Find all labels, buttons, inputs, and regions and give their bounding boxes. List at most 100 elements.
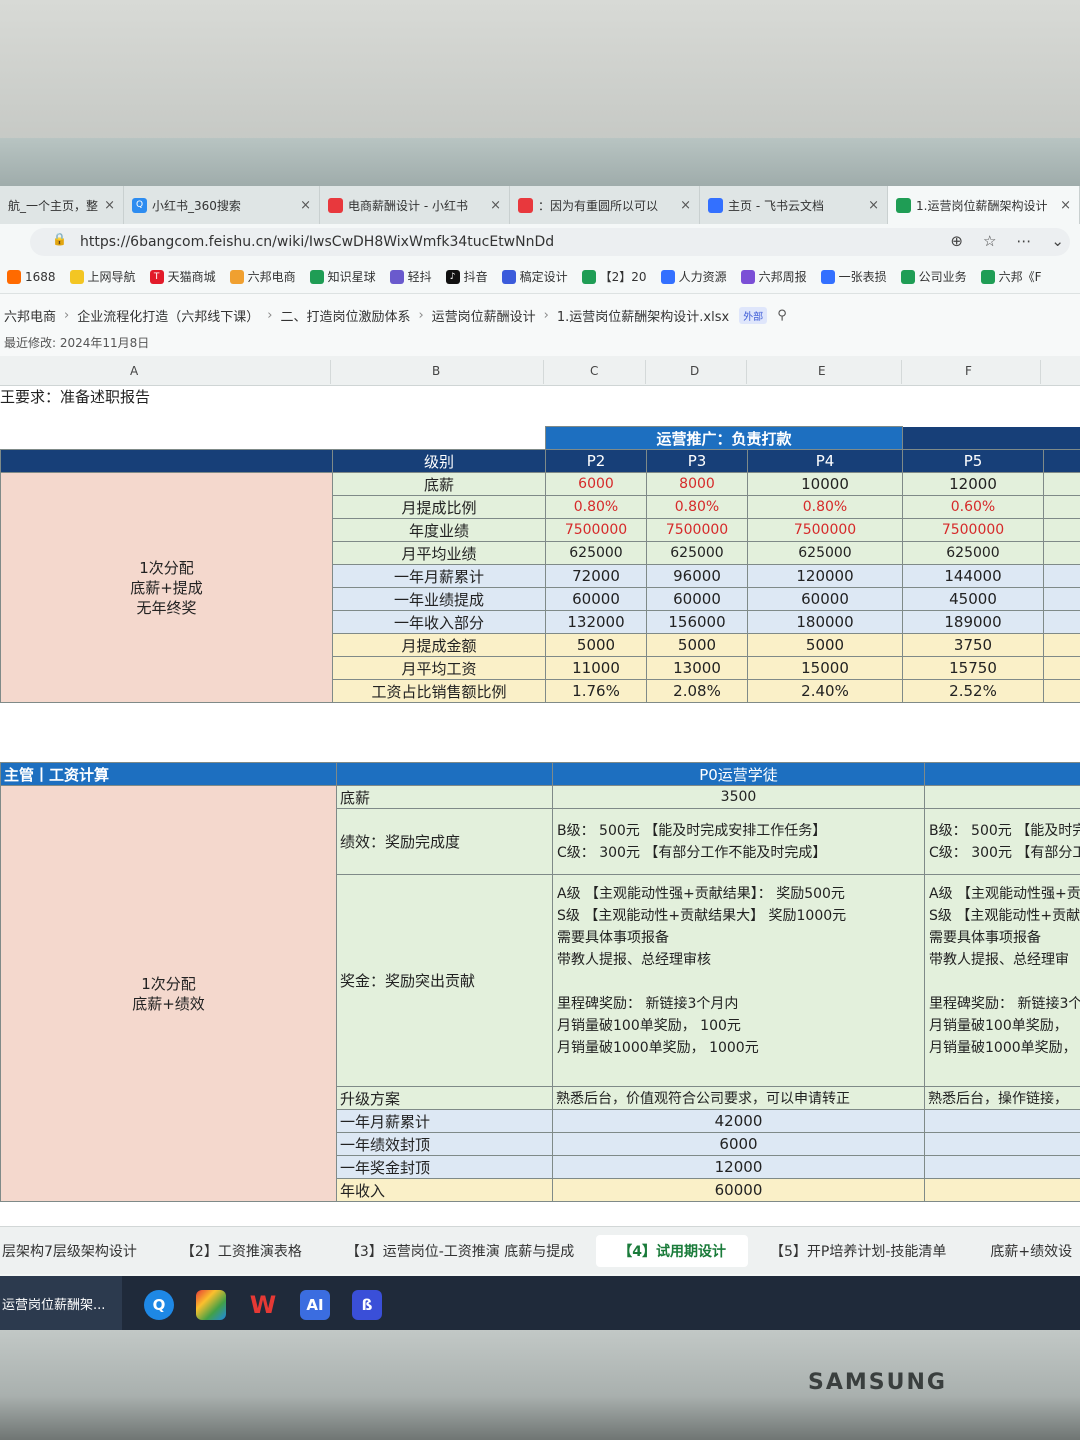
value-cell[interactable]: 15000	[747, 656, 903, 680]
group-label-cell[interactable]: 1次分配 底薪+绩效	[0, 785, 337, 1202]
value-cell[interactable]: 8000	[646, 472, 748, 496]
column-header[interactable]: C	[590, 364, 598, 378]
row-label[interactable]: 月平均工资	[332, 656, 546, 680]
value-cell[interactable]: 13000	[646, 656, 748, 680]
browser-tab[interactable]: 电商薪酬设计 - 小红书 ×	[320, 186, 510, 224]
cell[interactable]	[1043, 679, 1080, 703]
cell[interactable]	[0, 449, 333, 473]
level-header[interactable]: 级别	[332, 449, 546, 473]
pin-icon[interactable]: ⚲	[777, 308, 787, 323]
browser-tab-active[interactable]: 1.运营岗位薪酬架构设计 ×	[888, 186, 1080, 224]
sheet-tab[interactable]: 层架构7层级架构设计	[0, 1241, 159, 1261]
upgrade-cell[interactable]: 熟悉后台，价值观符合公司要求，可以申请转正	[552, 1086, 925, 1110]
section-title[interactable]: 运营推广：负责打款	[545, 426, 903, 450]
bookmark-hr[interactable]: 人力资源	[654, 268, 734, 285]
sheet-tab[interactable]: 【3】运营岗位-工资推演 底薪与提成	[324, 1241, 596, 1261]
row-label[interactable]: 一年业绩提成	[332, 587, 546, 611]
value-cell[interactable]: 144000	[902, 564, 1044, 588]
column-header[interactable]: D	[690, 364, 699, 378]
tab-close-icon[interactable]: ×	[484, 198, 501, 213]
group-label-cell[interactable]: 1次分配 底薪+提成 无年终奖	[0, 472, 333, 703]
tab-close-icon[interactable]: ×	[862, 198, 879, 213]
value-cell[interactable]: 96000	[646, 564, 748, 588]
value-cell[interactable]: 5000	[646, 633, 748, 657]
bookmark-business[interactable]: 公司业务	[894, 268, 974, 285]
value-cell[interactable]: 0.80%	[747, 495, 903, 519]
browser-tab[interactable]: 主页 - 飞书云文档 ×	[700, 186, 888, 224]
cell[interactable]	[1043, 656, 1080, 680]
bookmark-qingdou[interactable]: 轻抖	[383, 268, 439, 285]
tab-close-icon[interactable]: ×	[294, 198, 311, 213]
value-cell[interactable]: 2.40%	[747, 679, 903, 703]
wps-icon[interactable]: W	[248, 1290, 278, 1320]
sheet-tab[interactable]: 底薪+绩效设	[968, 1241, 1080, 1261]
value-cell[interactable]: 120000	[747, 564, 903, 588]
value-cell[interactable]: 60000	[552, 1178, 925, 1202]
ai-app-icon[interactable]: AI	[300, 1290, 330, 1320]
tab-close-icon[interactable]: ×	[1054, 198, 1071, 213]
value-cell[interactable]: 132000	[545, 610, 647, 634]
bookmark-sheet[interactable]: 一张表损	[814, 268, 894, 285]
value-cell[interactable]: 5000	[545, 633, 647, 657]
value-cell[interactable]: 625000	[747, 541, 903, 565]
cell[interactable]	[1043, 449, 1080, 473]
level-p0-header[interactable]: P0运营学徒	[552, 762, 925, 786]
bookmark-nav[interactable]: 上网导航	[63, 268, 143, 285]
row-label[interactable]: 一年奖金封顶	[336, 1155, 553, 1179]
download-icon[interactable]: ⊕	[950, 232, 963, 250]
perf-rules-cell[interactable]: B级： 500元 【能及时完成安排工作任务】 C级： 300元 【有部分工作不能…	[552, 808, 925, 875]
value-cell[interactable]: 180000	[747, 610, 903, 634]
value-cell[interactable]: 2.08%	[646, 679, 748, 703]
cell[interactable]	[924, 1155, 1080, 1179]
bonus-rules-cell[interactable]: A级 【主观能动性强+贡 S级 【主观能动性+贡献 需要具体事项报备 带教人提报…	[924, 874, 1080, 1087]
column-header[interactable]: E	[818, 364, 826, 378]
cell[interactable]	[924, 1132, 1080, 1156]
value-cell[interactable]: 6000	[545, 472, 647, 496]
value-cell[interactable]: 42000	[552, 1109, 925, 1133]
level-p2[interactable]: P2	[545, 449, 647, 473]
column-header[interactable]: B	[432, 364, 440, 378]
sheet-tab-active[interactable]: 【4】试用期设计	[596, 1234, 749, 1267]
cell[interactable]	[1043, 587, 1080, 611]
tab-close-icon[interactable]: ×	[674, 198, 691, 213]
row-label[interactable]: 年收入	[336, 1178, 553, 1202]
value-cell[interactable]: 7500000	[646, 518, 748, 542]
more-icon[interactable]: ⋯	[1016, 232, 1031, 250]
row-label[interactable]: 绩效：奖励完成度	[336, 808, 553, 875]
row-label[interactable]: 一年月薪累计	[332, 564, 546, 588]
breadcrumb-item[interactable]: 企业流程化打造（六邦线下课）	[77, 306, 259, 325]
cell[interactable]	[1043, 633, 1080, 657]
bonus-rules-cell[interactable]: A级 【主观能动性强+贡献结果】： 奖励500元 S级 【主观能动性+贡献结果大…	[552, 874, 925, 1087]
value-cell[interactable]: 0.60%	[902, 495, 1044, 519]
section-title-right[interactable]: 冲	[1043, 426, 1080, 450]
color-grid-icon[interactable]	[196, 1290, 226, 1320]
level-p4[interactable]: P4	[747, 449, 903, 473]
value-cell[interactable]: 1.76%	[545, 679, 647, 703]
browser-tab[interactable]: ：因为有重圆所以可以 ×	[510, 186, 700, 224]
value-cell[interactable]: 7500000	[747, 518, 903, 542]
sheet-tab[interactable]: 【2】工资推演表格	[159, 1241, 324, 1261]
cell[interactable]	[1043, 495, 1080, 519]
level-next-header[interactable]: P	[924, 762, 1080, 786]
row-label[interactable]: 年度业绩	[332, 518, 546, 542]
row-label[interactable]: 月平均业绩	[332, 541, 546, 565]
cell[interactable]	[1043, 518, 1080, 542]
value-cell[interactable]: 3500	[552, 785, 925, 809]
value-cell[interactable]: 45000	[902, 587, 1044, 611]
url-field[interactable]: https://6bangcom.feishu.cn/wiki/IwsCwDH8…	[30, 228, 1070, 256]
value-cell[interactable]: 156000	[646, 610, 748, 634]
value-cell[interactable]: 625000	[902, 541, 1044, 565]
level-p3[interactable]: P3	[646, 449, 748, 473]
bookmark-tmall[interactable]: T 天猫商城	[143, 268, 223, 285]
value-cell[interactable]: 72000	[545, 564, 647, 588]
value-cell[interactable]: 60000	[747, 587, 903, 611]
value-cell[interactable]: 189000	[902, 610, 1044, 634]
browser-tab[interactable]: Q 小红书_360搜索 ×	[124, 186, 320, 224]
row-label[interactable]: 工资占比销售额比例	[332, 679, 546, 703]
row-label[interactable]: 一年月薪累计	[336, 1109, 553, 1133]
value-cell[interactable]: 10000	[747, 472, 903, 496]
value-cell[interactable]: 7500000	[545, 518, 647, 542]
chevron-down-icon[interactable]: ⌄	[1051, 232, 1064, 250]
value-cell[interactable]: 12000	[902, 472, 1044, 496]
taskbar-active-window[interactable]: 运营岗位薪酬架...	[0, 1276, 122, 1334]
